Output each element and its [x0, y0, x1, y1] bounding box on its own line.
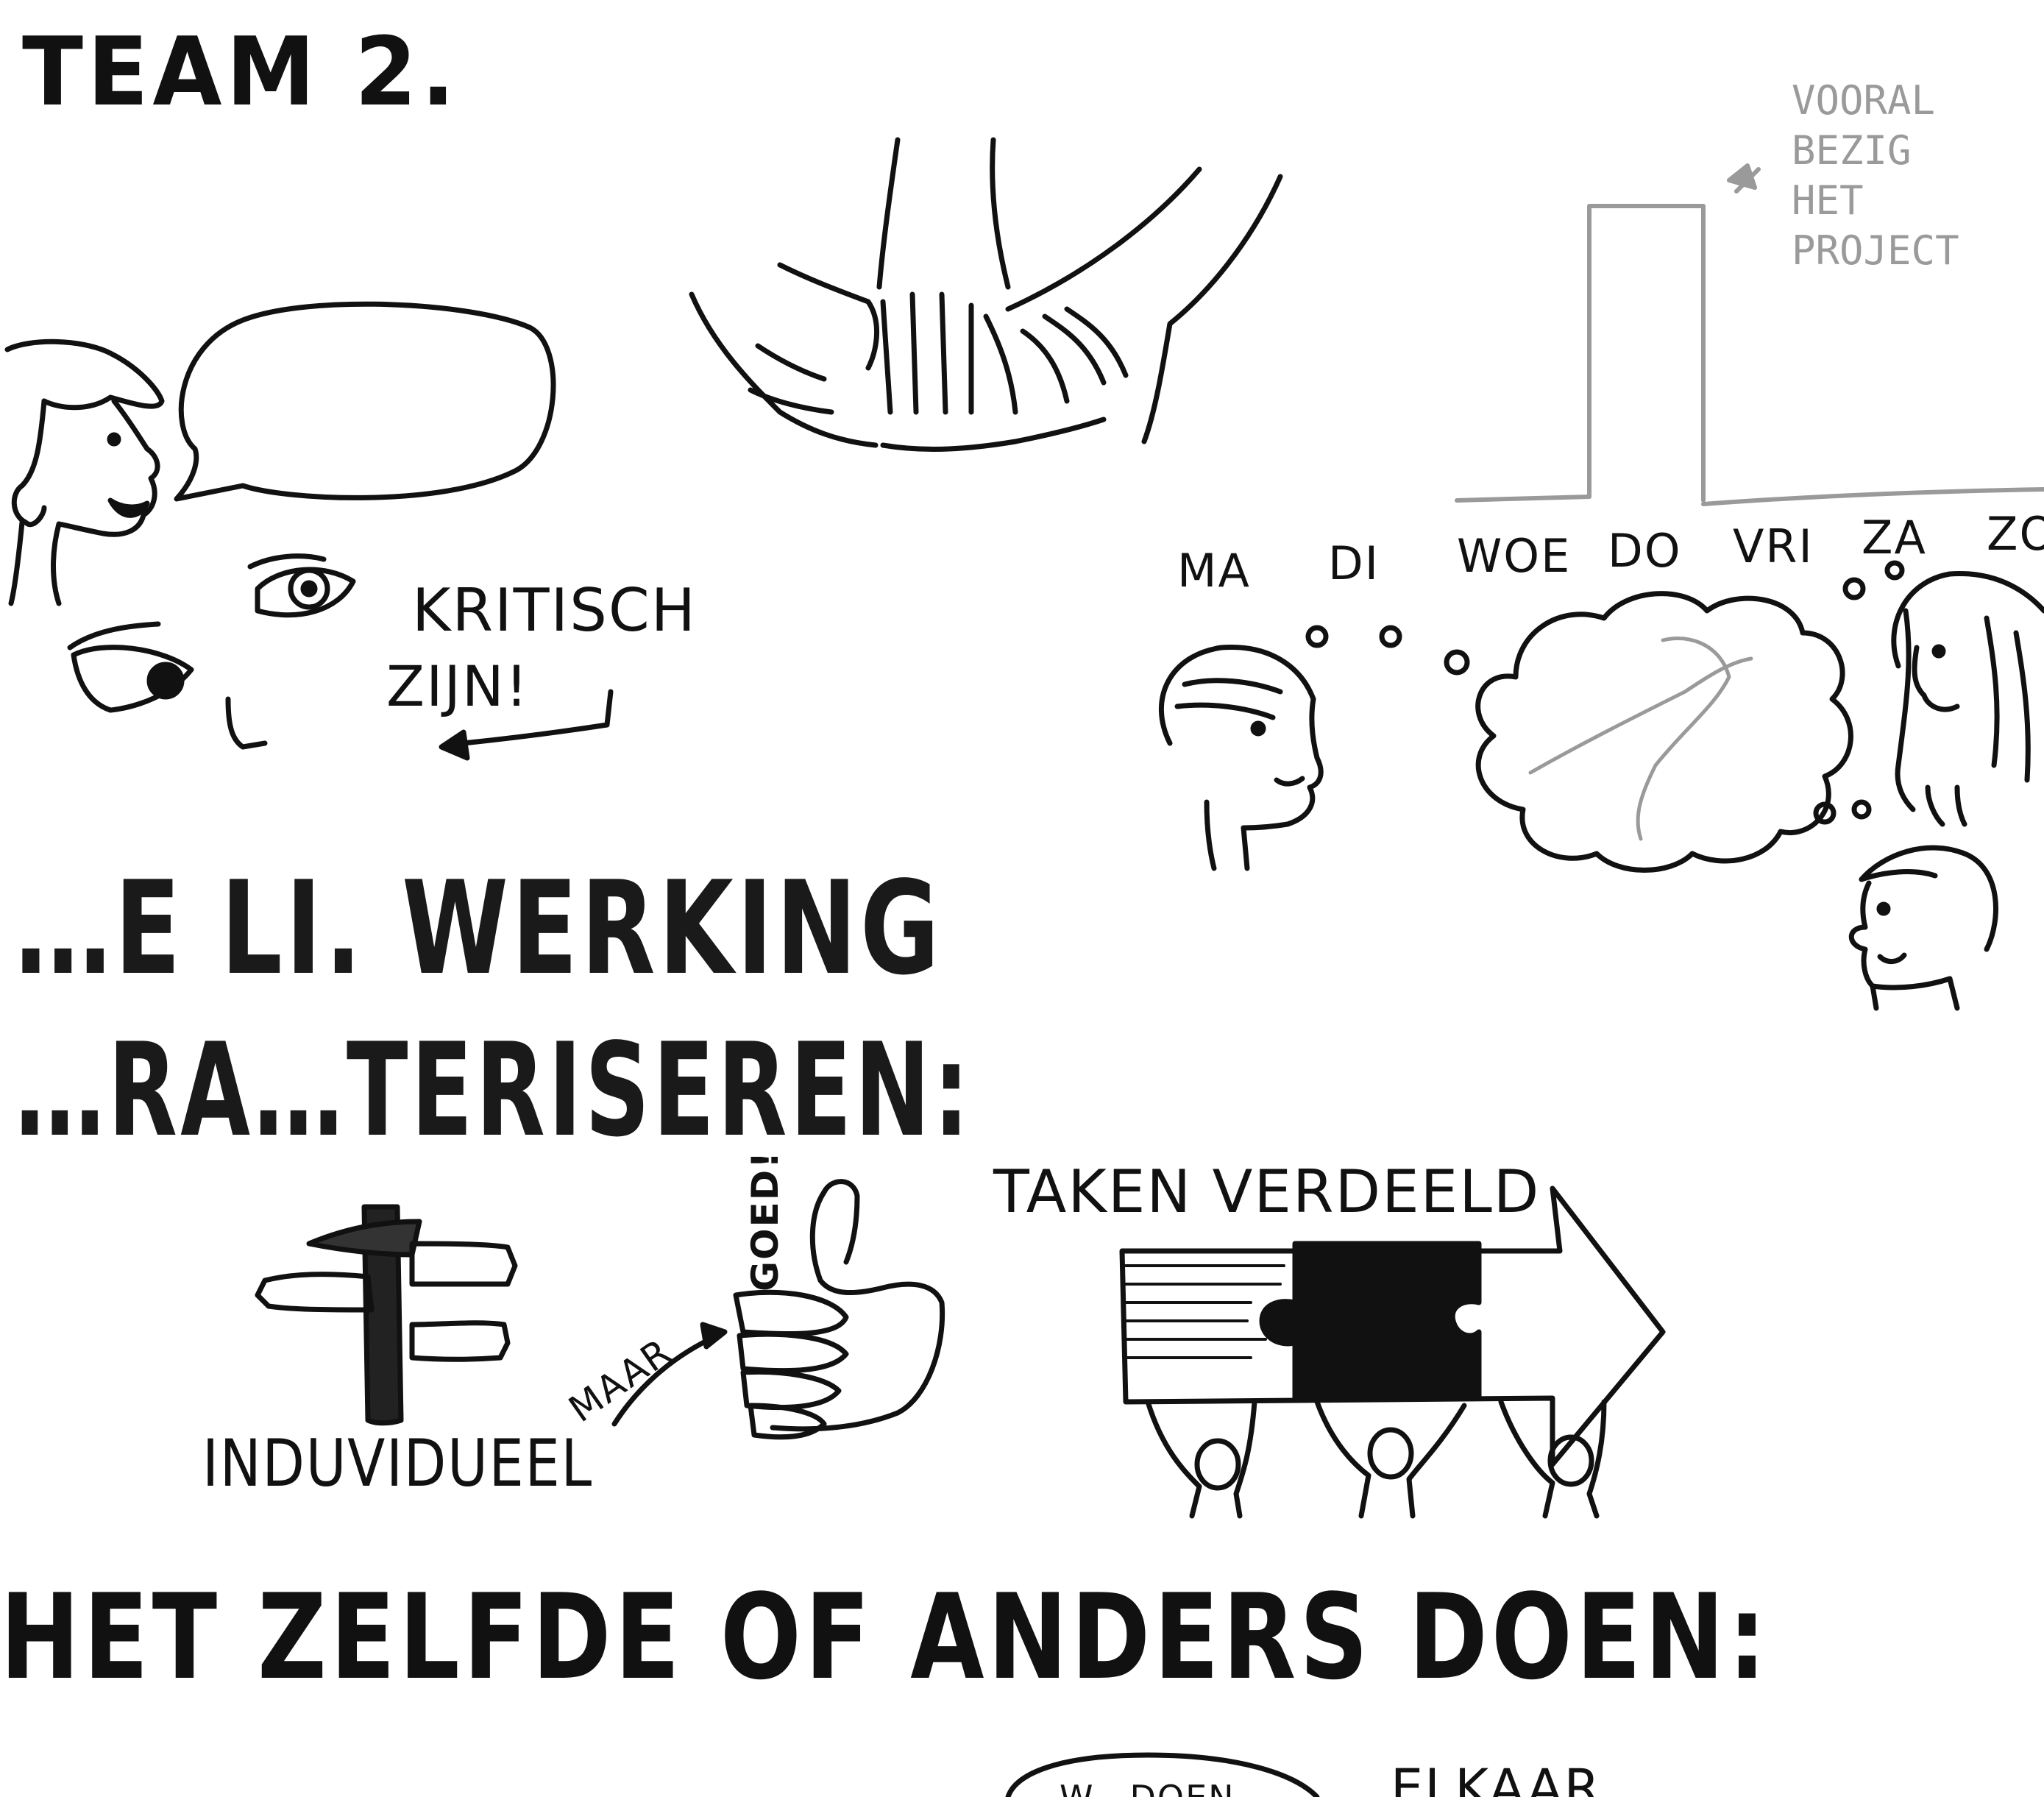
eyes-icon — [67, 553, 356, 750]
good-label: GOED! — [744, 1149, 787, 1291]
team-lifting-icon — [1145, 1399, 1607, 1519]
bottom-bubble-text: W…DOEN — [1060, 1781, 1235, 1797]
project-note-line1: VOORAL — [1792, 77, 1936, 124]
same-or-different-heading: HET ZELFDE OF ANDERS DOEN: — [0, 1568, 1770, 1706]
speaking-person-icon — [4, 339, 165, 606]
woman-icon — [1891, 571, 2044, 827]
weekday-label: WOE — [1457, 529, 1572, 583]
tasks-divided-label: TAKEN VERDEELD — [993, 1158, 1541, 1226]
individual-label: INDUVIDUEEL — [202, 1425, 593, 1501]
project-note-line4: PROJECT — [1792, 227, 1959, 274]
speech-bubble-icon — [174, 301, 556, 502]
puzzle-arrow-icon — [1119, 1185, 1666, 1467]
weekday-label: DI — [1328, 536, 1380, 590]
weekday-label: MA — [1177, 544, 1251, 598]
weekday-label: ZO — [1987, 507, 2044, 561]
critical-note-line1: KRITISCH — [412, 576, 697, 645]
project-note-line2: BEZIG — [1792, 127, 1912, 174]
maar-arrowhead — [700, 1322, 728, 1350]
each-other-label: ELKAAR — [1391, 1758, 1602, 1797]
weekday-label: ZA — [1862, 511, 1927, 564]
signpost-icon — [255, 1204, 518, 1426]
collaboration-heading-line2: …RA…TERISEREN: — [15, 1016, 973, 1166]
weekday-label: DO — [1608, 524, 1682, 578]
critical-note-line2: ZIJN! — [386, 653, 530, 719]
thinking-person-icon — [1158, 645, 1324, 871]
man-icon — [1848, 845, 1998, 1011]
bar-chart-icon — [1455, 163, 2044, 506]
thought-cloud-icon — [1305, 591, 1872, 873]
project-note-line3: HET — [1792, 177, 1864, 224]
joined-hands-icon — [689, 137, 1283, 452]
sketchnote-page: TEAM 2. KRITISCH ZIJN! VOORAL BEZIG HET … — [0, 0, 2044, 1797]
weekday-label: VRI — [1733, 520, 1814, 573]
page-title: TEAM 2. — [22, 18, 460, 127]
thought-dots — [1842, 560, 1905, 600]
collaboration-heading-line1: …E LI. WERKING — [15, 854, 943, 1004]
